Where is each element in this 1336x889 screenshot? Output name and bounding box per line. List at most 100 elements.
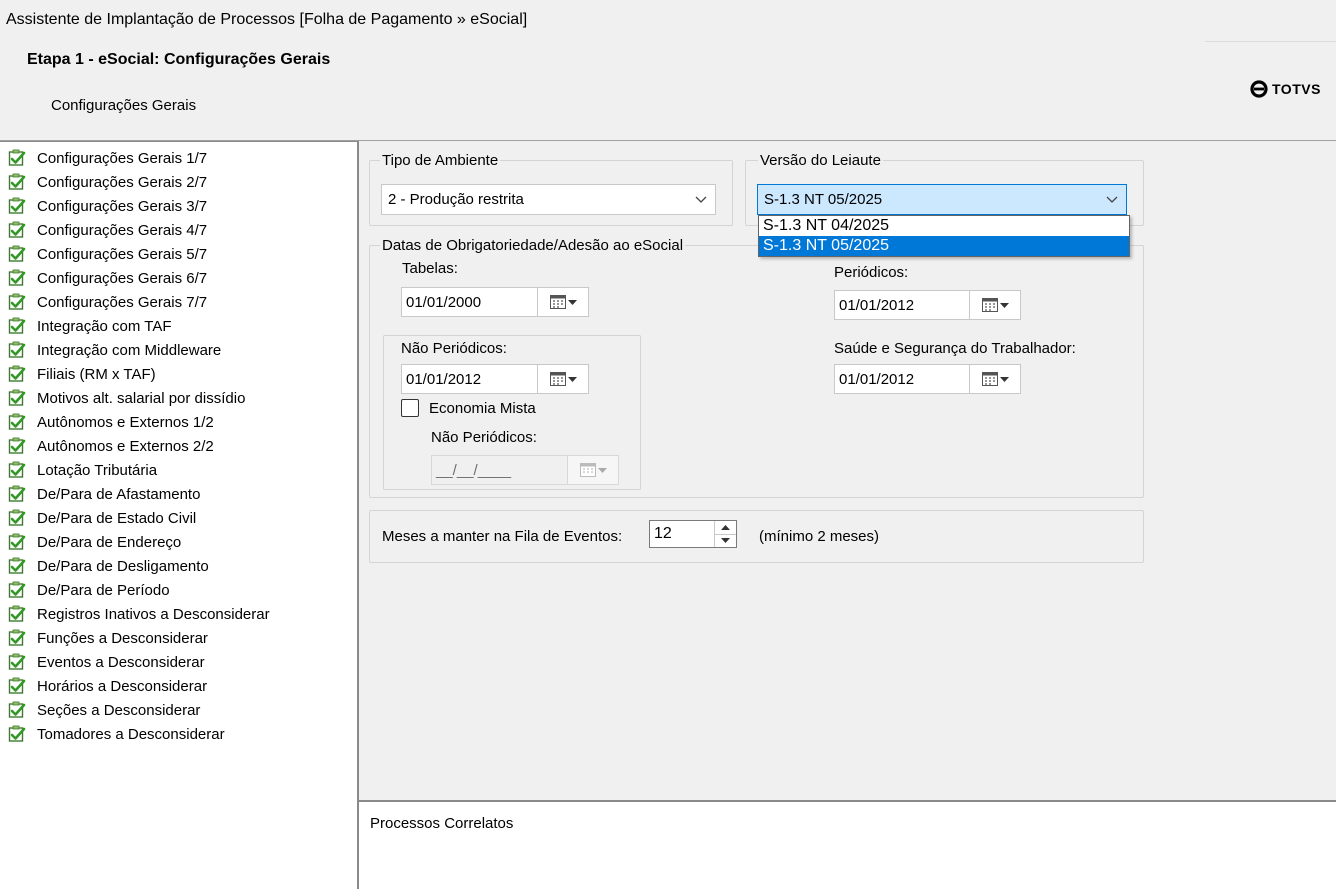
check-icon <box>8 461 26 478</box>
economia-mista-label: Economia Mista <box>429 400 536 417</box>
nao-periodicos-date-input[interactable]: 01/01/2012 <box>401 364 537 394</box>
calendar-button[interactable] <box>969 290 1021 320</box>
nao-periodicos-label: Não Periódicos: <box>401 340 507 357</box>
check-icon <box>8 677 26 694</box>
leiaute-select[interactable]: S-1.3 NT 05/2025 <box>757 184 1127 215</box>
step-label: De/Para de Afastamento <box>37 485 201 503</box>
step-item[interactable]: De/Para de Endereço <box>8 531 181 553</box>
step-item[interactable]: De/Para de Desligamento <box>8 555 209 577</box>
sst-label: Saúde e Segurança do Trabalhador: <box>834 340 1076 357</box>
step-label: Configurações Gerais 4/7 <box>37 221 208 239</box>
calendar-button[interactable] <box>969 364 1021 394</box>
caret-up-icon <box>721 524 730 530</box>
step-item[interactable]: Integração com TAF <box>8 315 172 337</box>
step-item[interactable]: Configurações Gerais 2/7 <box>8 171 207 193</box>
economia-mista-checkbox[interactable] <box>401 399 419 417</box>
logo-text: TOTVS <box>1272 81 1321 97</box>
step-label: Configurações Gerais 2/7 <box>37 173 208 191</box>
dropdown-option[interactable]: S-1.3 NT 05/2025 <box>759 236 1129 256</box>
check-icon <box>8 221 26 238</box>
fila-label: Meses a manter na Fila de Eventos: <box>382 528 623 545</box>
check-icon <box>8 365 26 382</box>
check-icon <box>8 389 26 406</box>
step-item[interactable]: Configurações Gerais 5/7 <box>8 243 207 265</box>
leiaute-dropdown-list[interactable]: S-1.3 NT 04/2025 S-1.3 NT 05/2025 <box>758 215 1130 257</box>
spinner-up-button[interactable] <box>715 521 736 535</box>
calendar-icon <box>981 372 998 386</box>
calendar-button[interactable] <box>537 364 589 394</box>
step-item[interactable]: Motivos alt. salarial por dissídio <box>8 387 245 409</box>
periodicos-date-input[interactable]: 01/01/2012 <box>834 290 969 320</box>
step-item[interactable]: Configurações Gerais 3/7 <box>8 195 207 217</box>
caret-down-icon <box>999 302 1009 308</box>
step-label: Horários a Desconsiderar <box>37 677 208 695</box>
step-label: De/Para de Período <box>37 581 170 599</box>
steps-list: Configurações Gerais 1/7 Configurações Ge… <box>0 141 359 889</box>
step-label: De/Para de Desligamento <box>37 557 209 575</box>
tabelas-date-input[interactable]: 01/01/2000 <box>401 287 537 317</box>
step-label: Configurações Gerais 3/7 <box>37 197 208 215</box>
step-label: Seções a Desconsiderar <box>37 701 201 719</box>
periodicos-date-field[interactable]: 01/01/2012 <box>834 290 1021 320</box>
dropdown-option[interactable]: S-1.3 NT 04/2025 <box>759 216 1129 236</box>
check-icon <box>8 269 26 286</box>
check-icon <box>8 341 26 358</box>
step-item[interactable]: De/Para de Estado Civil <box>8 507 196 529</box>
leiaute-group-title: Versão do Leiaute <box>758 152 883 169</box>
calendar-icon <box>549 295 566 309</box>
step-item[interactable]: De/Para de Período <box>8 579 170 601</box>
step-item[interactable]: Integração com Middleware <box>8 339 221 361</box>
ambiente-select[interactable]: 2 - Produção restrita <box>381 184 716 215</box>
step-label: De/Para de Endereço <box>37 533 182 551</box>
step-label: Integração com TAF <box>37 317 172 335</box>
brand-logo: TOTVS <box>1250 80 1321 98</box>
leiaute-select-value: S-1.3 NT 05/2025 <box>764 191 883 208</box>
step-item[interactable]: Configurações Gerais 1/7 <box>8 147 207 169</box>
fila-input[interactable]: 12 <box>650 521 714 547</box>
step-item[interactable]: Autônomos e Externos 2/2 <box>8 435 214 457</box>
sst-date-input[interactable]: 01/01/2012 <box>834 364 969 394</box>
periodicos-label: Periódicos: <box>834 264 909 281</box>
step-label: De/Para de Estado Civil <box>37 509 197 527</box>
nao-periodicos-date-field[interactable]: 01/01/2012 <box>401 364 589 394</box>
fila-spinner[interactable]: 12 <box>649 520 737 548</box>
spinner-down-button[interactable] <box>715 535 736 548</box>
check-icon <box>8 149 26 166</box>
tabelas-date-field[interactable]: 01/01/2000 <box>401 287 589 317</box>
step-label: Registros Inativos a Desconsiderar <box>37 605 270 623</box>
sst-date-field[interactable]: 01/01/2012 <box>834 364 1021 394</box>
step-label: Autônomos e Externos 2/2 <box>37 437 214 455</box>
step-item[interactable]: Horários a Desconsiderar <box>8 675 207 697</box>
step-item[interactable]: De/Para de Afastamento <box>8 483 200 505</box>
step-item[interactable]: Registros Inativos a Desconsiderar <box>8 603 270 625</box>
check-icon <box>8 653 26 670</box>
step-item[interactable]: Configurações Gerais 7/7 <box>8 291 207 313</box>
em-nao-periodicos-date-field: __/__/____ <box>431 455 619 485</box>
step-label: Integração com Middleware <box>37 341 222 359</box>
step-item[interactable]: Eventos a Desconsiderar <box>8 651 205 673</box>
tabelas-label: Tabelas: <box>402 260 458 277</box>
step-label: Lotação Tributária <box>37 461 158 479</box>
check-icon <box>8 629 26 646</box>
chevron-down-icon <box>695 196 707 203</box>
step-label: Funções a Desconsiderar <box>37 629 208 647</box>
ambiente-group-title: Tipo de Ambiente <box>380 152 501 169</box>
step-item[interactable]: Configurações Gerais 6/7 <box>8 267 207 289</box>
processos-correlatos-label: Processos Correlatos <box>370 815 514 832</box>
step-item[interactable]: Seções a Desconsiderar <box>8 699 200 721</box>
check-icon <box>8 293 26 310</box>
check-icon <box>8 317 26 334</box>
em-nao-periodicos-label: Não Periódicos: <box>431 429 537 446</box>
step-item[interactable]: Tomadores a Desconsiderar <box>8 723 225 745</box>
step-item[interactable]: Autônomos e Externos 1/2 <box>8 411 214 433</box>
step-item[interactable]: Filiais (RM x TAF) <box>8 363 156 385</box>
step-item[interactable]: Configurações Gerais 4/7 <box>8 219 207 241</box>
calendar-button[interactable] <box>537 287 589 317</box>
em-nao-periodicos-date-input: __/__/____ <box>431 455 567 485</box>
step-label: Autônomos e Externos 1/2 <box>37 413 214 431</box>
step-label: Configurações Gerais 6/7 <box>37 269 208 287</box>
step-label: Filiais (RM x TAF) <box>37 365 156 383</box>
step-item[interactable]: Lotação Tributária <box>8 459 157 481</box>
step-item[interactable]: Funções a Desconsiderar <box>8 627 208 649</box>
check-icon <box>8 701 26 718</box>
